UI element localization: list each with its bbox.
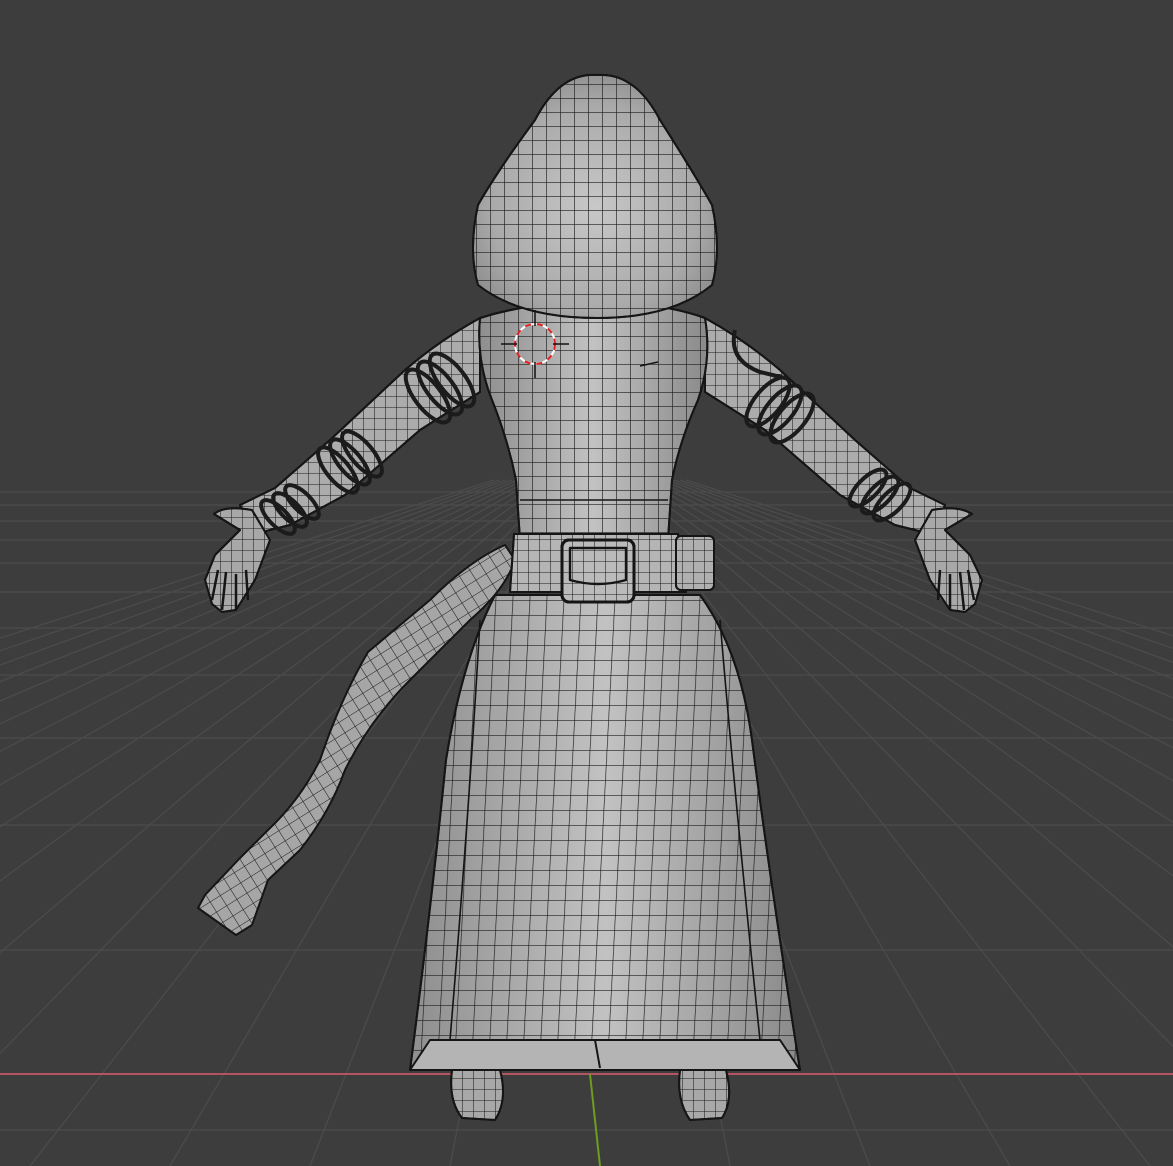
character-mesh[interactable] [197,73,983,1121]
left-arm[interactable] [704,317,946,536]
left-foot[interactable] [450,1069,505,1121]
torso[interactable] [478,301,709,541]
viewport-canvas[interactable] [0,0,1173,1166]
side-pouch[interactable] [675,535,715,591]
z-axis-line [589,1073,601,1166]
left-hand[interactable] [914,507,983,613]
right-foot[interactable] [678,1069,731,1121]
right-hand[interactable] [204,507,271,613]
3d-viewport[interactable] [0,0,1173,1166]
robe[interactable] [409,594,801,1071]
belt-pouch[interactable] [560,538,636,604]
hood[interactable] [472,73,718,319]
